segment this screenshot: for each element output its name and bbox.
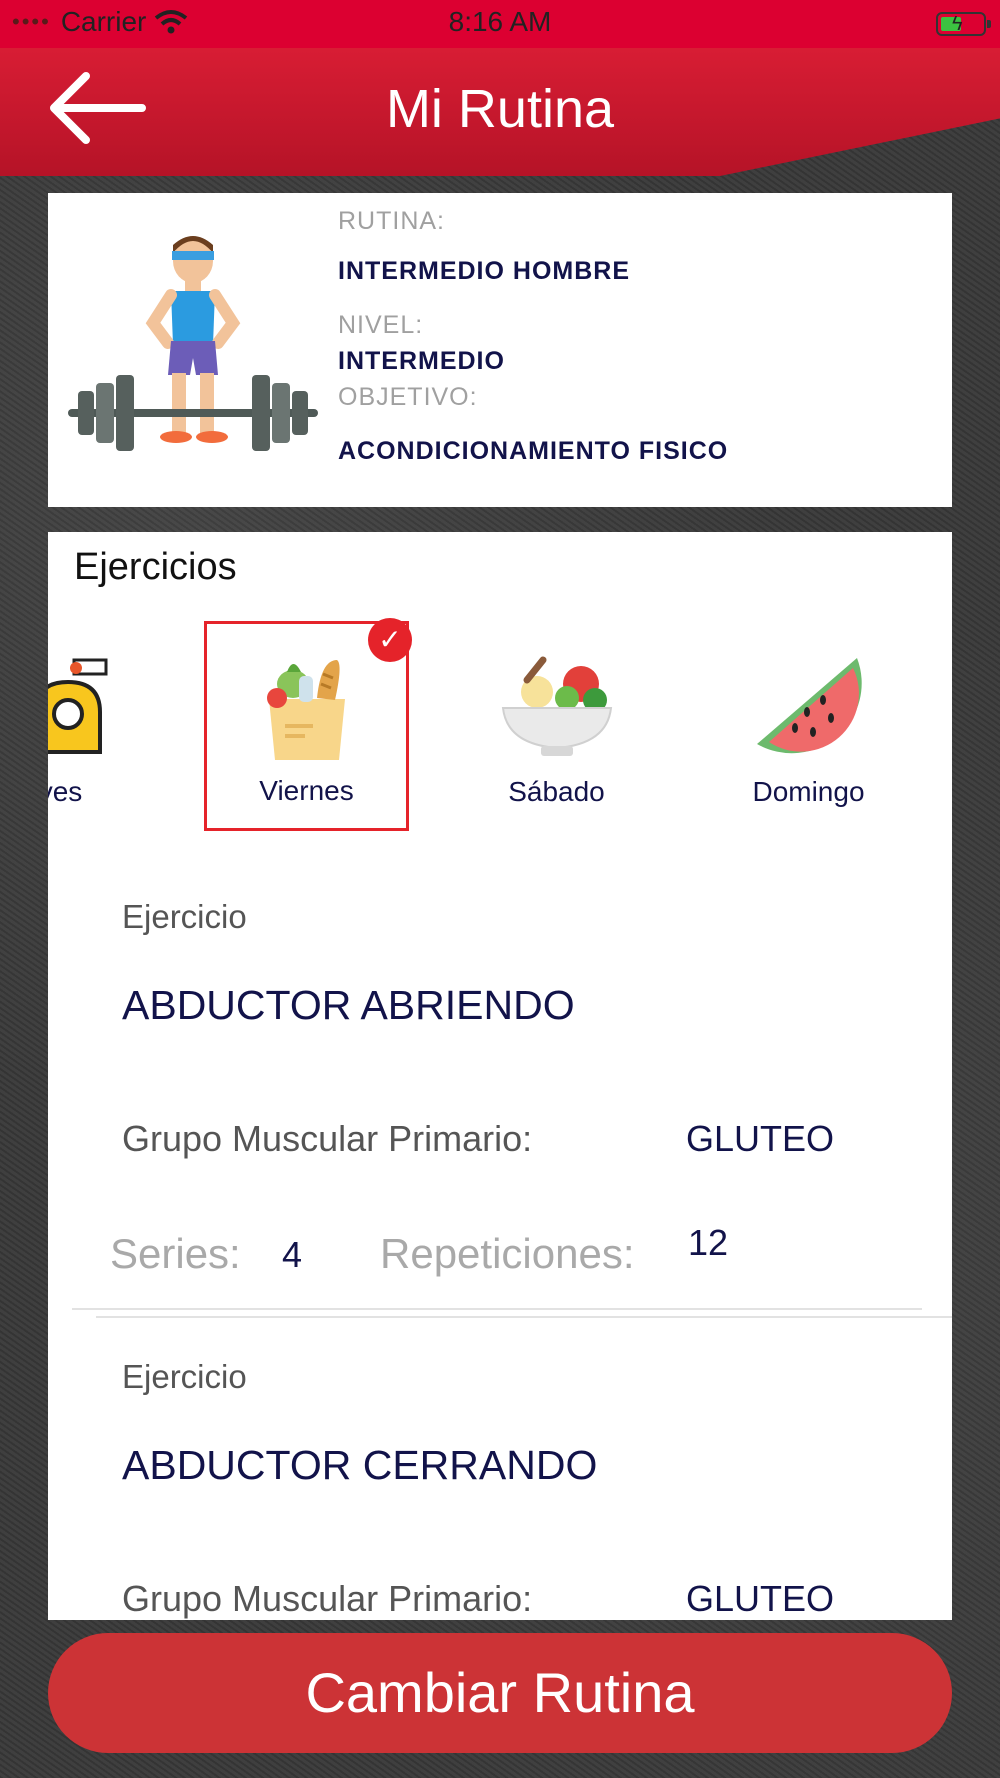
exercises-title: Ejercicios (74, 546, 237, 588)
divider (96, 1316, 952, 1318)
day-item-jueves[interactable]: ves (48, 622, 163, 832)
routine-summary-card: RUTINA: INTERMEDIO HOMBRE NIVEL: INTERME… (48, 193, 952, 507)
status-time: 8:16 AM (448, 6, 552, 37)
watermelon-icon (756, 658, 862, 754)
series-value: 4 (282, 1234, 303, 1275)
selected-check-icon: ✓ (368, 618, 412, 662)
day-item-sabado[interactable]: Sábado (454, 622, 659, 832)
muscle-group-value: GLUTEO (686, 1118, 835, 1159)
status-bar: •••• Carrier 8:16 AM ϟ (0, 0, 1000, 48)
muscle-group-value: GLUTEO (686, 1578, 835, 1619)
nivel-label: NIVEL: (338, 311, 424, 339)
day-label: Viernes (259, 775, 354, 806)
day-label: Sábado (508, 776, 605, 807)
exercise-small-label: Ejercicio (122, 1358, 247, 1395)
rutina-value: INTERMEDIO HOMBRE (338, 257, 630, 285)
objetivo-value: ACONDICIONAMIENTO FISICO (338, 437, 729, 465)
exercises-card: Ejercicios ves ✓ Viernes (48, 532, 952, 1620)
muscle-group-label: Grupo Muscular Primario: (122, 1578, 533, 1619)
day-item-viernes[interactable]: ✓ Viernes (204, 618, 412, 831)
day-label: ves (48, 776, 83, 807)
exercise-name: ABDUCTOR CERRANDO (122, 1442, 598, 1488)
measuring-tape-icon (48, 658, 107, 754)
reps-label: Repeticiones: (380, 1230, 635, 1277)
exercise-name: ABDUCTOR ABRIENDO (122, 982, 575, 1028)
day-item-domingo[interactable]: Domingo (706, 622, 911, 832)
exercise-small-label: Ejercicio (122, 898, 247, 935)
battery-icon: ϟ (936, 12, 991, 36)
muscle-group-label: Grupo Muscular Primario: (122, 1118, 533, 1159)
day-label: Domingo (752, 776, 865, 807)
objetivo-label: OBJETIVO: (338, 383, 478, 411)
nivel-value: INTERMEDIO (338, 347, 505, 375)
page-title: Mi Rutina (385, 79, 615, 139)
salad-bowl-icon (501, 656, 612, 756)
divider (72, 1308, 922, 1310)
rutina-label: RUTINA: (338, 207, 445, 235)
reps-value: 12 (688, 1222, 729, 1263)
weightlifter-illustration (68, 236, 318, 451)
series-label: Series: (110, 1230, 241, 1277)
grocery-bag-icon (266, 660, 345, 760)
change-routine-button[interactable]: Cambiar Rutina (48, 1633, 952, 1753)
